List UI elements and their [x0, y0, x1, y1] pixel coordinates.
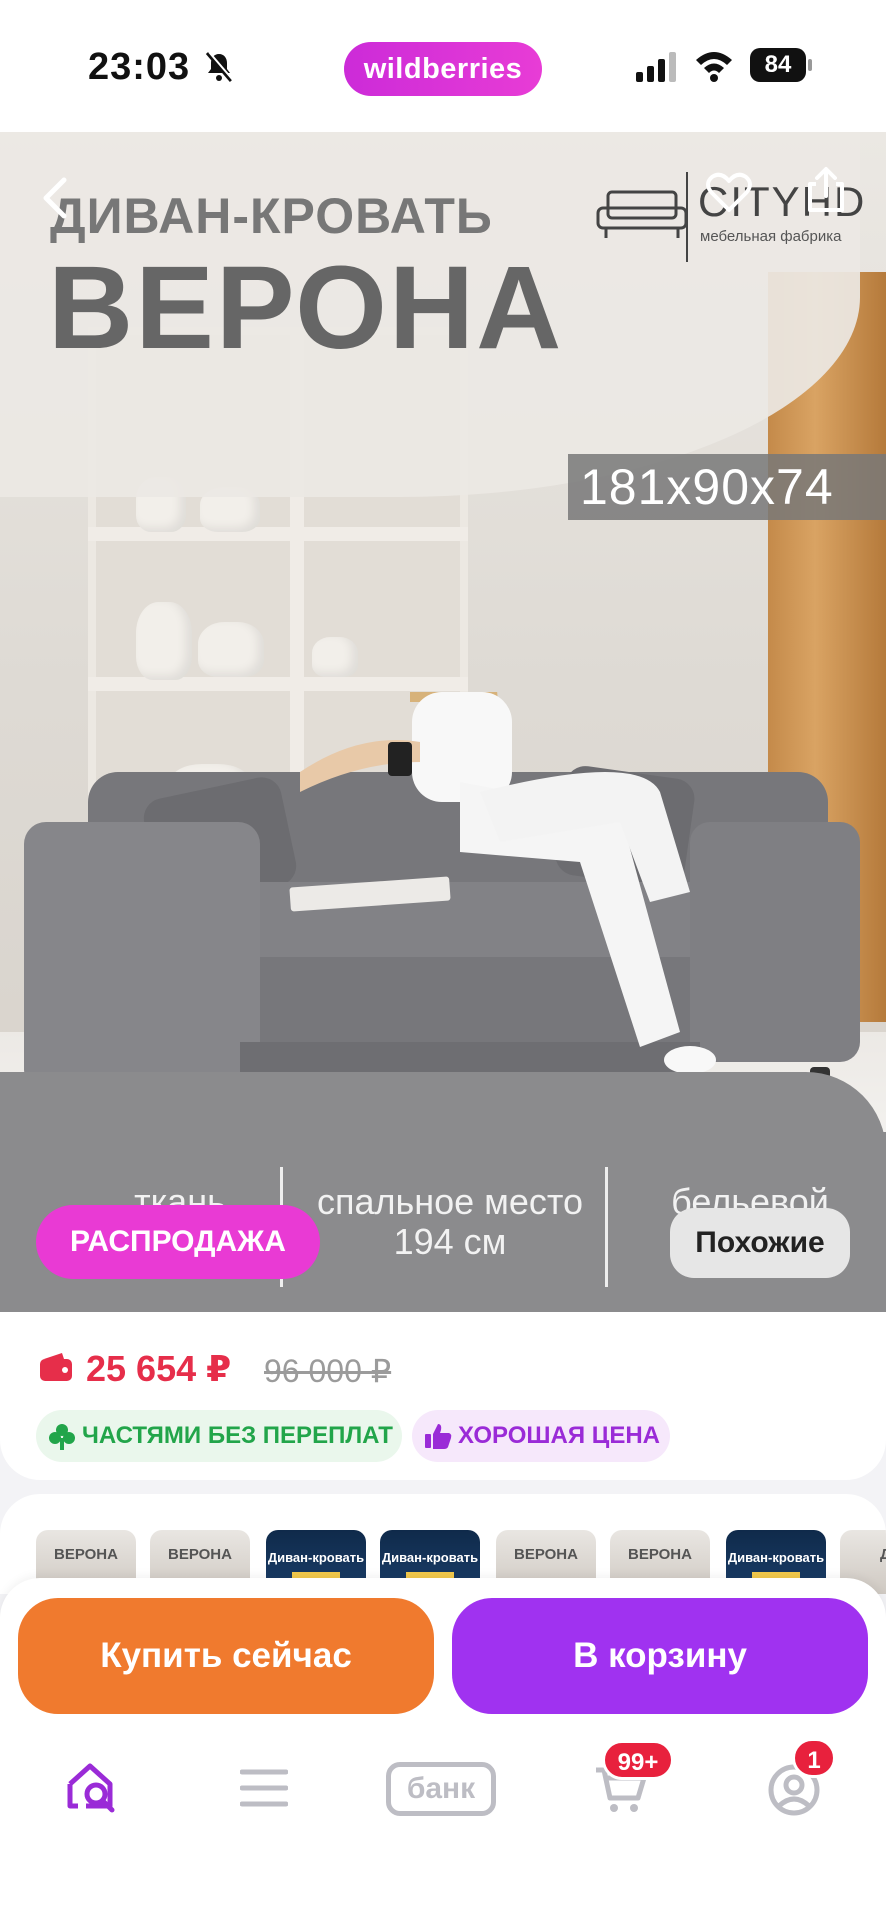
thumbs-up-icon — [425, 1424, 452, 1449]
product-page: 23:03 wildberries 84 ДИВАН-КРОВАТЬ ВЕРОН… — [0, 0, 886, 1920]
feature-sleeping-area: спальное место 194 см — [316, 1181, 584, 1262]
feature-divider — [605, 1167, 608, 1287]
tab-profile[interactable]: 1 — [752, 1738, 836, 1824]
sale-badge[interactable]: РАСПРОДАЖА — [36, 1205, 320, 1279]
app-pill: wildberries — [344, 42, 542, 96]
tab-home[interactable] — [56, 1754, 136, 1824]
tab-catalog[interactable] — [226, 1754, 306, 1824]
buy-now-button[interactable]: Купить сейчас — [18, 1598, 434, 1714]
wifi-icon — [696, 52, 732, 82]
brand-subtitle: мебельная фабрика — [700, 228, 842, 245]
thumbnail-title: Диван-кровать — [381, 1550, 479, 1565]
price-card: 25 654 ₽ 96 000 ₽ ЧАСТЯМИ БЕЗ ПЕРЕПЛАТ Х… — [0, 1312, 886, 1480]
home-search-icon — [67, 1763, 115, 1813]
thumbnail-title: Диван-кровать — [267, 1550, 365, 1565]
favorite-heart-icon[interactable] — [706, 172, 752, 214]
dimensions-label: 181x90x74 — [568, 454, 886, 520]
menu-icon — [240, 1769, 288, 1807]
thumbnail-title: Ди — [880, 1546, 886, 1563]
image-shelf — [88, 677, 468, 691]
battery-indicator: 84 — [750, 48, 812, 82]
installments-label: ЧАСТЯМИ БЕЗ ПЕРЕПЛАТ — [82, 1422, 393, 1449]
clover-icon — [49, 1424, 75, 1450]
thumbnail-title: ВЕРОНА — [628, 1546, 692, 1563]
tab-bank[interactable]: банк — [382, 1754, 502, 1824]
image-vase — [312, 637, 358, 677]
good-price-badge[interactable]: ХОРОШАЯ ЦЕНА — [412, 1410, 670, 1462]
status-bar: 23:03 wildberries 84 — [0, 0, 886, 132]
good-price-label: ХОРОШАЯ ЦЕНА — [458, 1422, 660, 1449]
clock: 23:03 — [88, 46, 191, 88]
wallet-icon — [40, 1353, 72, 1381]
product-type-title: ДИВАН-КРОВАТЬ — [50, 188, 493, 244]
image-vase — [136, 602, 192, 680]
similar-button[interactable]: Похожие — [670, 1208, 850, 1278]
product-model-title: ВЕРОНА — [48, 242, 564, 374]
bank-label: банк — [386, 1762, 496, 1816]
thumbnail-title: ВЕРОНА — [54, 1546, 118, 1563]
share-icon[interactable] — [806, 166, 846, 214]
sofa-logo-icon — [596, 190, 688, 238]
installments-badge[interactable]: ЧАСТЯМИ БЕЗ ПЕРЕПЛАТ — [36, 1410, 402, 1462]
profile-notification-badge: 1 — [792, 1738, 836, 1778]
old-price: 96 000 ₽ — [264, 1353, 392, 1389]
back-arrow-icon[interactable] — [40, 176, 70, 220]
current-price: 25 654 ₽ — [86, 1348, 232, 1389]
logo-divider — [686, 172, 688, 262]
bell-muted-icon — [205, 51, 234, 82]
product-image[interactable]: ДИВАН-КРОВАТЬ ВЕРОНА CITYHD мебельная фа… — [0, 132, 886, 1312]
thumbnail-title: ВЕРОНА — [168, 1546, 232, 1563]
battery-cap — [808, 59, 812, 71]
signal-icon — [636, 52, 676, 82]
battery-level: 84 — [750, 48, 806, 82]
bottom-action-bar: Купить сейчас В корзину банк 99+ 1 — [0, 1578, 886, 1920]
tab-cart[interactable]: 99+ — [580, 1740, 674, 1824]
sofa-illustration — [24, 692, 860, 1106]
thumbnail-title: Диван-кровать — [727, 1550, 825, 1565]
thumbnail-title: ВЕРОНА — [514, 1546, 578, 1563]
cart-count-badge: 99+ — [602, 1740, 674, 1780]
add-to-cart-button[interactable]: В корзину — [452, 1598, 868, 1714]
image-vase — [198, 622, 264, 677]
